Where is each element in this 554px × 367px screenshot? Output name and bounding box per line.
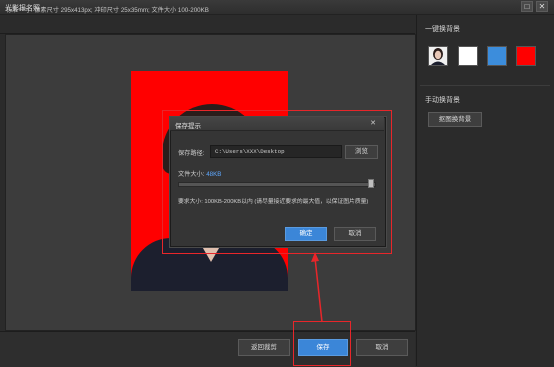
right-panel — [416, 15, 554, 366]
manual-background-title: 手动换背景 — [425, 97, 460, 104]
close-icon[interactable]: ✕ — [536, 1, 548, 12]
cancel-button[interactable]: 取消 — [356, 339, 408, 356]
back-to-crop-button[interactable]: 返回裁剪 — [238, 339, 290, 356]
restore-button[interactable]: □ — [521, 1, 533, 12]
annotation-arrow-icon — [311, 252, 323, 323]
annotation-save-highlight — [293, 321, 351, 366]
spec-text: 标准一寸: 像素尺寸 295x413px; 冲印尺寸 25x35mm; 文件大小… — [6, 7, 209, 14]
portrait-thumbnail[interactable] — [428, 46, 448, 66]
cutout-background-button[interactable]: 抠图换背景 — [428, 112, 482, 127]
spec-bar — [0, 15, 415, 34]
white-background-swatch[interactable] — [458, 46, 478, 66]
bottom-toolbar — [0, 331, 415, 367]
panel-divider — [420, 85, 550, 86]
blue-background-swatch[interactable] — [487, 46, 507, 66]
red-background-swatch[interactable] — [516, 46, 536, 66]
annotation-dialog-highlight — [162, 110, 392, 254]
onekey-background-title: 一键换背景 — [425, 26, 460, 33]
portrait-icon — [429, 47, 447, 65]
